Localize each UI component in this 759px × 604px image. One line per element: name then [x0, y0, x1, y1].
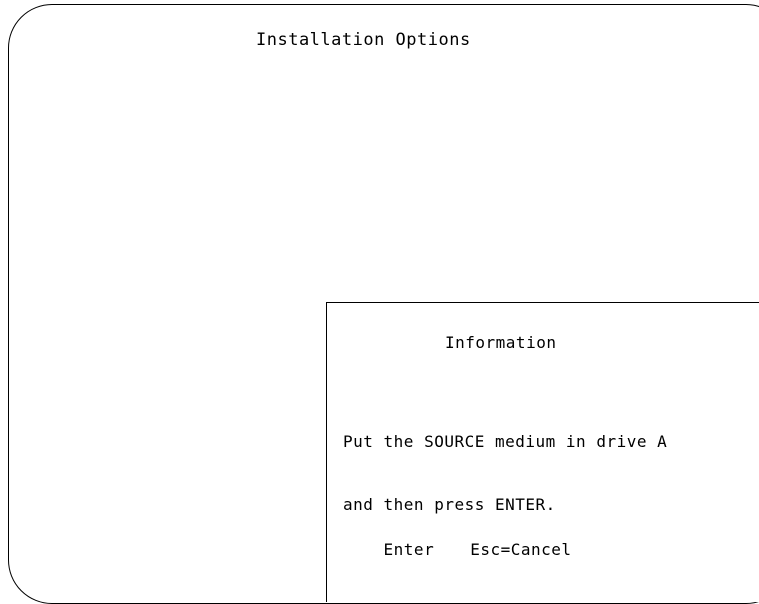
- dialog-message-line-2: and then press ENTER.: [343, 495, 556, 514]
- dialog-title: Information: [445, 333, 557, 352]
- screen-title: Installation Options: [256, 30, 471, 50]
- information-dialog: Information Put the SOURCE medium in dri…: [326, 302, 759, 602]
- dialog-key-bar: Enter Esc=Cancel: [343, 521, 572, 578]
- dialog-message-line-1: Put the SOURCE medium in drive A: [343, 432, 668, 451]
- enter-key-button[interactable]: Enter: [384, 540, 435, 559]
- cancel-key-button[interactable]: Esc=Cancel: [470, 540, 571, 559]
